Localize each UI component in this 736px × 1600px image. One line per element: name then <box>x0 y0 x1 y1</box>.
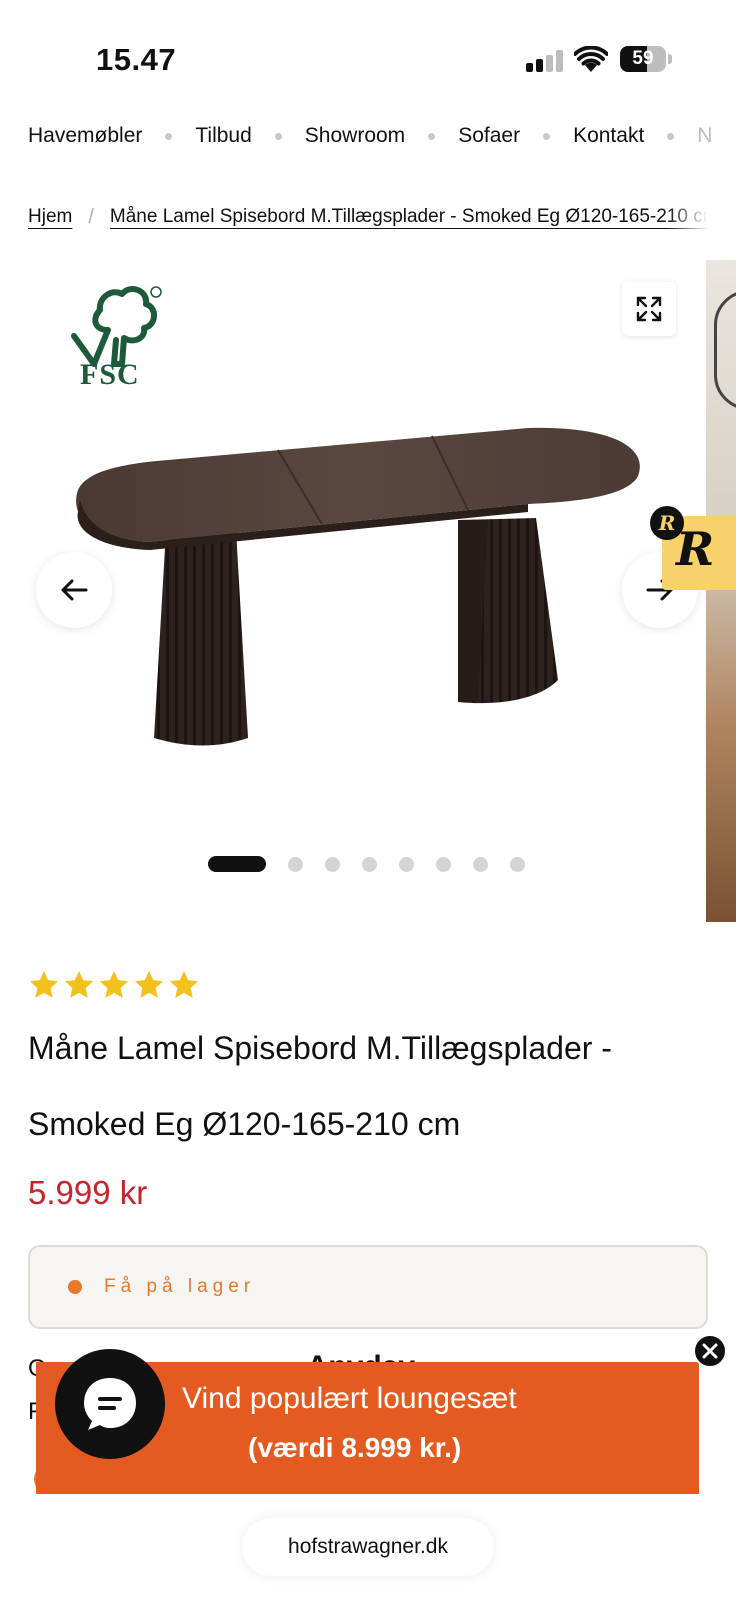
star-icon <box>29 971 59 998</box>
close-icon <box>702 1343 718 1359</box>
nav-item-tilbud[interactable]: Tilbud <box>195 124 251 148</box>
nav-separator <box>667 132 675 140</box>
pagination-dot[interactable] <box>325 856 340 872</box>
stock-status-box: Få på lager <box>28 1245 708 1329</box>
browser-url-bar[interactable]: hofstrawagner.dk <box>242 1518 494 1576</box>
close-promo-button[interactable] <box>693 1334 727 1368</box>
stock-status-text: Få på lager <box>104 1276 256 1297</box>
expand-icon <box>636 296 662 322</box>
breadcrumb-current[interactable]: Måne Lamel Spisebord M.Tillægsplader - S… <box>110 206 708 228</box>
nav-item-showroom[interactable]: Showroom <box>305 124 405 148</box>
previous-image-button[interactable] <box>36 552 112 628</box>
promo-headline: Vind populært loungesæt <box>182 1382 517 1415</box>
product-price: 5.999 kr <box>28 1174 148 1211</box>
product-title: Måne Lamel Spisebord M.Tillægsplader - S… <box>28 1030 612 1142</box>
star-icon <box>134 971 164 998</box>
category-nav: Havemøbler Tilbud Showroom Sofaer Kontak… <box>28 118 736 154</box>
nav-separator <box>428 132 436 140</box>
star-icon <box>99 971 129 998</box>
arrow-left-icon <box>61 579 88 601</box>
pagination-dot[interactable] <box>473 856 488 872</box>
reviews-badge-icon: R <box>650 506 684 540</box>
nav-separator <box>543 132 551 140</box>
star-icon <box>169 971 199 998</box>
expand-button[interactable] <box>622 282 676 336</box>
next-slide-preview <box>706 260 736 922</box>
chat-icon <box>84 1378 136 1430</box>
nav-item-sofaer[interactable]: Sofaer <box>458 124 520 148</box>
battery-icon: 59 <box>620 46 672 72</box>
nav-separator <box>274 132 282 140</box>
status-bar: 15.47 59 <box>0 0 736 110</box>
wifi-icon <box>574 46 608 72</box>
pagination-dot[interactable] <box>362 856 377 872</box>
product-gallery[interactable]: FSC <box>28 260 706 920</box>
chat-button[interactable] <box>55 1349 165 1459</box>
battery-percentage: 59 <box>632 48 654 69</box>
promo-value: (værdi 8.999 kr.) <box>248 1432 462 1463</box>
pagination-dot[interactable] <box>288 856 303 872</box>
signal-icon <box>526 50 566 72</box>
product-image <box>76 427 640 746</box>
star-icon <box>64 971 94 998</box>
status-time: 15.47 <box>96 42 177 77</box>
breadcrumb: Hjem / Måne Lamel Spisebord M.Tillægspla… <box>28 202 708 232</box>
pagination-dot[interactable] <box>399 856 414 872</box>
nav-item-next[interactable]: N <box>697 124 712 148</box>
nav-item-kontakt[interactable]: Kontakt <box>573 124 644 148</box>
stock-indicator-dot <box>68 1280 82 1294</box>
nav-separator <box>165 132 173 140</box>
fsc-logo-text: FSC <box>80 358 140 391</box>
nav-item-havemobler[interactable]: Havemøbler <box>28 124 142 148</box>
pagination-dot-active[interactable] <box>208 856 266 872</box>
pagination-dot[interactable] <box>510 856 525 872</box>
rating-stars <box>28 970 203 1000</box>
gallery-pagination <box>208 856 547 872</box>
breadcrumb-separator: / <box>88 205 94 228</box>
mirror-image <box>714 290 736 410</box>
breadcrumb-home[interactable]: Hjem <box>28 206 72 228</box>
pagination-dot[interactable] <box>436 856 451 872</box>
